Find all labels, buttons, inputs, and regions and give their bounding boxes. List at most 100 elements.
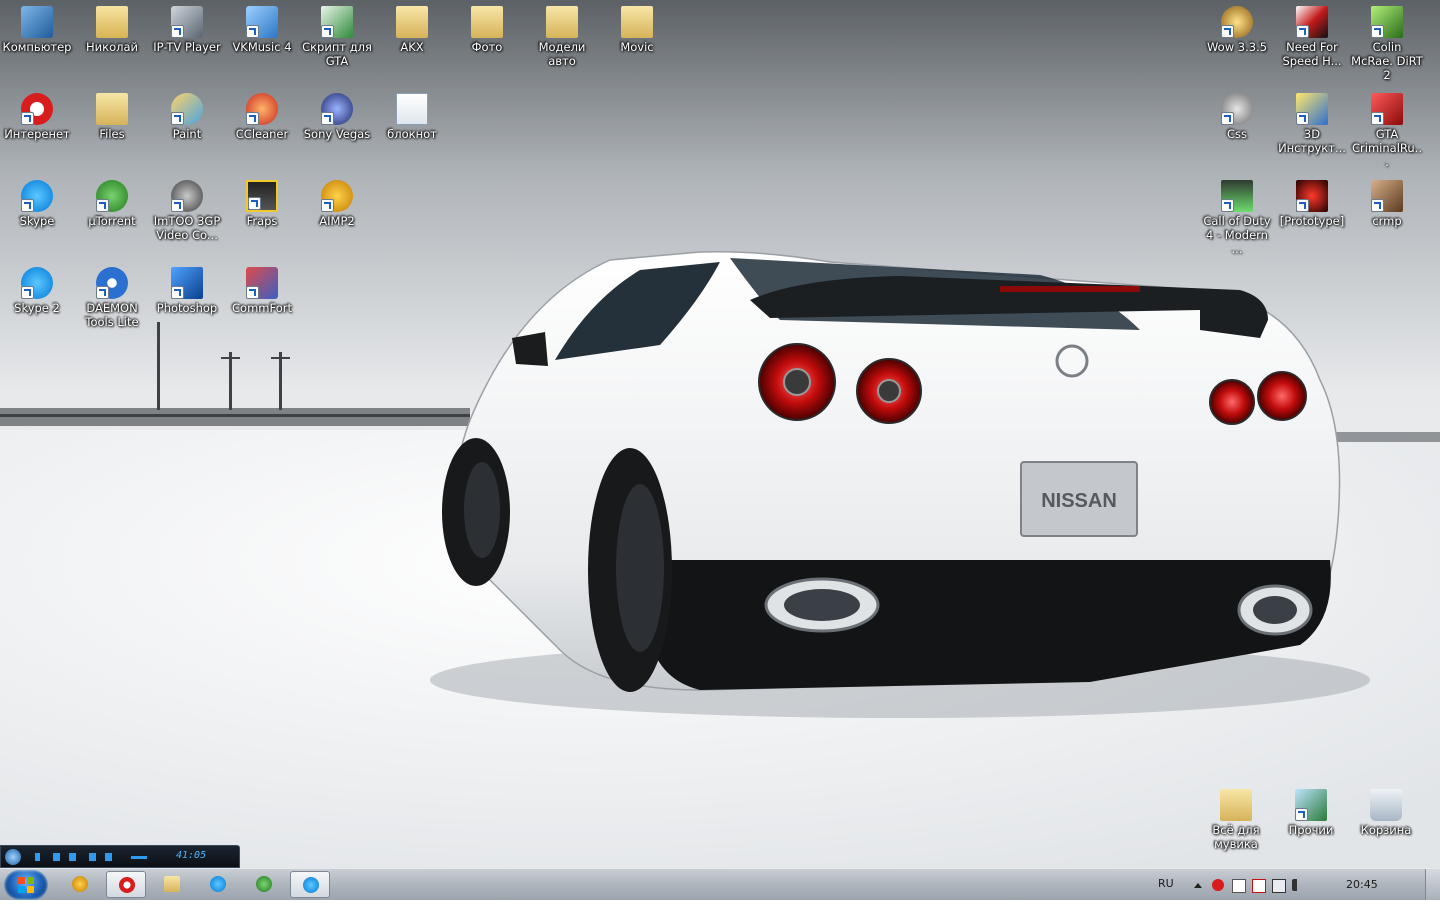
show-desktop-button[interactable] (1425, 869, 1440, 900)
desktop-icon-модели-авто[interactable]: Модели авто (525, 0, 599, 68)
desktop-icon-label: Интеренет (4, 127, 70, 141)
stop-icon[interactable] (89, 853, 96, 861)
taskbar-button-skype2[interactable] (290, 871, 330, 898)
shortcut-arrow-icon (246, 112, 259, 125)
user-folder-icon (96, 6, 128, 38)
desktop-icon-скрипт-для-gta[interactable]: Скрипт для GTA (300, 0, 374, 68)
vegas-icon (321, 93, 353, 125)
paint-icon (171, 93, 203, 125)
desktop-icon-need-for-speed-h[interactable]: Need For Speed H... (1275, 0, 1349, 68)
volume-icon[interactable] (1292, 879, 1304, 891)
ccleaner-icon (246, 93, 278, 125)
desktop-icon-label: Movic (620, 40, 654, 54)
desktop-icon-sony-vegas[interactable]: Sony Vegas (300, 87, 374, 141)
desktop-icon-label: Colin McRae. DiRT 2 (1351, 40, 1423, 82)
shortcut-arrow-icon (246, 286, 259, 299)
show-hidden-icons-chevron-icon[interactable] (1194, 883, 1202, 888)
eject-icon[interactable] (105, 853, 112, 861)
desktop-icon-prototype[interactable]: [Prototype] (1275, 174, 1349, 228)
daemon-tools-icon (96, 267, 128, 299)
desktop: NISSAN Компьютер Николай IP-TV Player VKMus… (0, 0, 1440, 868)
desktop-icon-фото[interactable]: Фото (450, 0, 524, 54)
cod4-icon (1221, 180, 1253, 212)
equalizer-icon[interactable] (131, 856, 147, 859)
desktop-icon-ip-tv-player[interactable]: IP-TV Player (150, 0, 224, 54)
desktop-icon-daemon-tools-lite[interactable]: DAEMON Tools Lite (75, 261, 149, 329)
desktop-icon-colin-mcrae-dirt-2[interactable]: Colin McRae. DiRT 2 (1350, 0, 1424, 82)
desktop-icon-блокнот[interactable]: блокнот (375, 87, 449, 141)
previous-icon[interactable] (53, 853, 60, 861)
taskbar-button-aimp[interactable] (60, 871, 100, 898)
pause-icon[interactable] (35, 853, 40, 861)
clock[interactable]: 20:45 (1346, 878, 1378, 891)
desktop-icon-label: Скрипт для GTA (302, 40, 372, 68)
taskbar-button-skype[interactable] (198, 871, 238, 898)
action-center-flag-icon[interactable] (1272, 879, 1286, 893)
desktop-icon-интеренет[interactable]: Интеренет (0, 87, 74, 141)
desktop-icon-aimp2[interactable]: AIMP2 (300, 174, 374, 228)
film-reel-icon (171, 180, 203, 212)
aimp-logo-icon[interactable] (5, 849, 21, 865)
desktop-icon-корзина[interactable]: Корзина (1349, 783, 1423, 837)
desktop-icon-label: Sony Vegas (303, 127, 371, 141)
desktop-icon-всё-для-мувика[interactable]: Всё для мувика (1199, 783, 1273, 851)
vkmusic-icon (246, 6, 278, 38)
desktop-icon-movic[interactable]: Movic (600, 0, 674, 54)
aimp-mini-player[interactable]: 41:05 (0, 845, 240, 868)
opera-icon (119, 877, 135, 893)
desktop-icon-css[interactable]: Css (1200, 87, 1274, 141)
network-sharing-icon[interactable] (1232, 879, 1246, 893)
desktop-icon-gta-criminalru[interactable]: GTA CriminalRu... (1350, 87, 1424, 169)
skype-icon (21, 267, 53, 299)
system-tray: RU 20:45 (1150, 869, 1440, 900)
network-disconnected-icon[interactable] (1252, 879, 1266, 893)
next-icon[interactable] (69, 853, 76, 861)
nfs-icon (1296, 6, 1328, 38)
shortcut-arrow-icon (246, 25, 259, 38)
shortcut-arrow-icon (96, 286, 109, 299)
desktop-icon-paint[interactable]: Paint (150, 87, 224, 141)
folder-icon (546, 6, 578, 38)
desktop-icon-vkmusic-4[interactable]: VKMusic 4 (225, 0, 299, 54)
desktop-icon-label: Fraps (246, 214, 278, 228)
desktop-icon-fraps[interactable]: Fraps (225, 174, 299, 228)
language-indicator[interactable]: RU (1158, 877, 1174, 890)
taskbar-button-opera[interactable] (106, 871, 146, 898)
desktop-icon-crmp[interactable]: crmp (1350, 174, 1424, 228)
recycle-bin-icon (1370, 789, 1402, 821)
desktop-icon-label: CCleaner (235, 127, 289, 141)
desktop-icon-wow-3-3-5[interactable]: Wow 3.3.5 (1200, 0, 1274, 54)
desktop-icon-imtoo-3gp-video-co[interactable]: ImTOO 3GP Video Co... (150, 174, 224, 242)
start-button[interactable] (4, 870, 48, 900)
wow-icon (1221, 6, 1253, 38)
desktop-icon-skype-2[interactable]: Skype 2 (0, 261, 74, 315)
desktop-icon-call-of-duty-4-modern[interactable]: Call of Duty 4 - Modern ... (1200, 174, 1274, 256)
desktop-icon-3d-инструкт[interactable]: 3D Инструкт... (1275, 87, 1349, 155)
shortcut-arrow-icon (321, 199, 334, 212)
shortcut-arrow-icon (171, 112, 184, 125)
desktop-icon-skype[interactable]: Skype (0, 174, 74, 228)
desktop-icon-label: Прочии (1288, 823, 1334, 837)
desktop-icon-photoshop[interactable]: Photoshop (150, 261, 224, 315)
desktop-icon-commfort[interactable]: CommFort (225, 261, 299, 315)
taskbar-button-utorrent[interactable] (244, 871, 284, 898)
desktop-icon-akx[interactable]: AKX (375, 0, 449, 54)
desktop-icon-files[interactable]: Files (75, 87, 149, 141)
shortcut-arrow-icon (1296, 199, 1309, 212)
folder-icon (396, 6, 428, 38)
desktop-icon-label: Модели авто (538, 40, 586, 68)
shortcut-arrow-icon (1221, 112, 1234, 125)
no-entry-icon[interactable] (1212, 879, 1224, 891)
desktop-icon-torrent[interactable]: µTorrent (75, 174, 149, 228)
desktop-icon-label: Skype 2 (14, 301, 60, 315)
desktop-icon-прочии[interactable]: Прочии (1274, 783, 1348, 837)
desktop-icon-николай[interactable]: Николай (75, 0, 149, 54)
desktop-icon-ccleaner[interactable]: CCleaner (225, 87, 299, 141)
shortcut-arrow-icon (1371, 112, 1384, 125)
iptv-icon (171, 6, 203, 38)
desktop-icon-компьютер[interactable]: Компьютер (0, 0, 74, 54)
desktop-icon-label: AIMP2 (319, 214, 355, 228)
opera-icon (21, 93, 53, 125)
desktop-icon-label: VKMusic 4 (232, 40, 292, 54)
taskbar-button-explorer[interactable] (152, 871, 192, 898)
